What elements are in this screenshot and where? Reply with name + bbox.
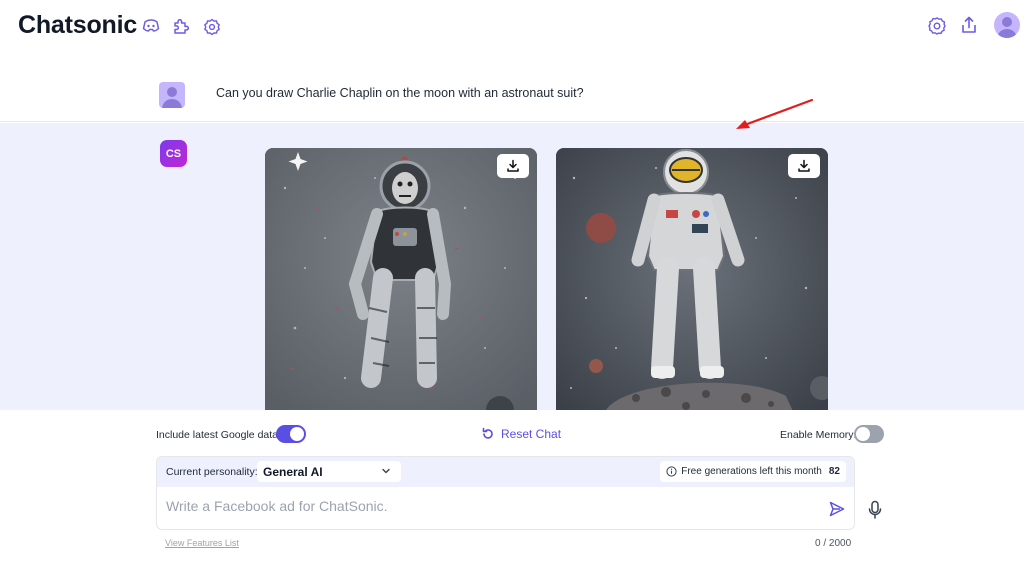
personality-select[interactable]: General AI xyxy=(257,461,401,482)
prompt-input[interactable] xyxy=(166,498,806,514)
personality-label: Current personality: xyxy=(166,466,258,478)
toggle-knob xyxy=(290,427,304,441)
download-icon xyxy=(798,159,810,172)
avatar[interactable] xyxy=(994,12,1020,38)
astronaut-image-2[interactable] xyxy=(556,148,828,410)
memory-label: Enable Memory: xyxy=(780,429,857,441)
astronaut-image-1[interactable] xyxy=(265,148,537,410)
astronaut-illustration-2 xyxy=(556,148,828,410)
prompt-box: Current personality: General AI Free gen… xyxy=(156,456,855,530)
memory-toggle[interactable] xyxy=(854,425,884,443)
view-features-link[interactable]: View Features List xyxy=(165,538,239,548)
reset-chat-button[interactable]: Reset Chat xyxy=(481,427,561,441)
astronaut-illustration-1 xyxy=(265,148,537,410)
settings-icon[interactable] xyxy=(927,16,947,36)
bot-response-area: CS xyxy=(0,123,1024,410)
microphone-icon[interactable] xyxy=(868,500,882,520)
brand-title[interactable]: Chatsonic xyxy=(18,11,137,40)
free-generations-count: 82 xyxy=(828,466,840,477)
download-button[interactable] xyxy=(497,154,529,178)
annotation-arrow-icon xyxy=(736,98,814,129)
google-data-label: Include latest Google data: xyxy=(156,429,281,441)
app-header: Chatsonic xyxy=(0,0,1024,56)
reset-chat-label: Reset Chat xyxy=(501,427,562,441)
chatsonic-logo: CS xyxy=(160,140,187,167)
free-generations-badge: Free generations left this month 82 xyxy=(660,461,846,482)
user-message-row: Can you draw Charlie Chaplin on the moon… xyxy=(0,66,1024,122)
puzzle-icon[interactable] xyxy=(171,16,191,36)
personality-value: General AI xyxy=(263,465,323,479)
user-message-text: Can you draw Charlie Chaplin on the moon… xyxy=(216,86,584,100)
info-icon xyxy=(666,466,677,477)
chevron-down-icon xyxy=(382,468,390,474)
reset-icon xyxy=(482,427,493,439)
discord-icon[interactable] xyxy=(141,16,161,36)
composer-area: Include latest Google data: Reset Chat E… xyxy=(0,410,1024,568)
download-button[interactable] xyxy=(788,154,820,178)
character-count: 0 / 2000 xyxy=(815,538,852,549)
free-generations-label: Free generations left this month xyxy=(681,466,822,477)
download-icon xyxy=(507,159,519,172)
badge-settings-icon[interactable] xyxy=(202,17,222,37)
toggle-knob xyxy=(856,427,870,441)
user-avatar xyxy=(159,82,185,108)
personality-bar: Current personality: General AI Free gen… xyxy=(157,457,854,487)
share-icon[interactable] xyxy=(959,15,979,35)
send-icon[interactable] xyxy=(828,500,846,518)
google-data-toggle[interactable] xyxy=(276,425,306,443)
